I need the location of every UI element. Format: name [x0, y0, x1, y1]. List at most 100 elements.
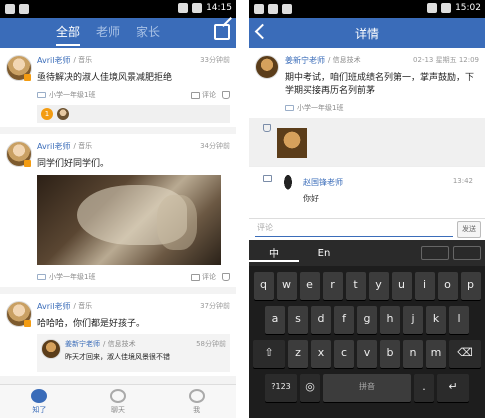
- bottom-nav: 知了 聊天 我: [0, 384, 236, 418]
- avatar[interactable]: [255, 55, 279, 79]
- keyboard-icon[interactable]: [453, 246, 481, 260]
- nav-zhiliao[interactable]: 知了: [0, 385, 79, 418]
- wifi-icon: [427, 3, 438, 13]
- tab-all[interactable]: 全部: [56, 23, 81, 46]
- period-key[interactable]: .: [414, 374, 434, 402]
- tab-parents[interactable]: 家长: [136, 23, 160, 46]
- key-e[interactable]: e: [299, 272, 320, 300]
- avatar[interactable]: [279, 175, 297, 199]
- post-subject: / 音乐: [73, 302, 93, 310]
- notification-icon: [254, 4, 264, 14]
- nav-me[interactable]: 我: [157, 385, 236, 418]
- space-key[interactable]: 拼音: [323, 374, 411, 402]
- key-o[interactable]: o: [437, 272, 458, 300]
- enter-key[interactable]: ↵: [437, 374, 469, 402]
- notification-icon: [282, 4, 292, 14]
- post-time: 02-13 星期五 12:09: [413, 56, 479, 64]
- person-icon: [188, 388, 205, 403]
- post-author[interactable]: Avril老师: [37, 301, 70, 312]
- key-j[interactable]: j: [403, 306, 423, 334]
- tab-teachers[interactable]: 老师: [96, 23, 120, 46]
- key-a[interactable]: a: [265, 306, 285, 334]
- comment-input[interactable]: 评论: [255, 222, 453, 237]
- post-author[interactable]: Avril老师: [37, 141, 70, 152]
- post-card[interactable]: Avril老师 / 音乐 34分钟前 同学们好同学们。 小学一年级1班 评论: [0, 134, 236, 287]
- key-g[interactable]: g: [357, 306, 377, 334]
- quote-author: 姜新宁老师: [65, 340, 100, 348]
- comment-label: 评论: [202, 91, 216, 99]
- post-author[interactable]: 姜新宁老师: [285, 55, 325, 66]
- thumbs-up-icon: [222, 273, 230, 281]
- badge-icon: [24, 320, 31, 327]
- key-x[interactable]: x: [311, 340, 331, 368]
- send-button[interactable]: 发送: [457, 221, 481, 238]
- key-r[interactable]: r: [322, 272, 343, 300]
- like-button[interactable]: [222, 273, 230, 281]
- feed-screen: 14:15 全部 老师 家长 Avril老师 / 音乐 33分钟前 亟待解决的淑…: [0, 0, 236, 418]
- post-subject: / 音乐: [73, 56, 93, 64]
- globe-key[interactable]: ◎: [300, 374, 320, 402]
- liker-avatar[interactable]: [277, 128, 307, 158]
- post-card[interactable]: Avril老师 / 音乐 33分钟前 亟待解决的淑人佳境风景减肥拒绝 小学一年级…: [0, 48, 236, 127]
- comment-time: 13:42: [452, 177, 473, 185]
- post-text: 同学们好同学们。: [37, 159, 110, 169]
- backspace-key[interactable]: ⌫: [449, 340, 481, 368]
- badge-icon: [24, 74, 31, 81]
- key-l[interactable]: l: [449, 306, 469, 334]
- key-q[interactable]: q: [253, 272, 274, 300]
- key-u[interactable]: u: [391, 272, 412, 300]
- notification-icon: [268, 4, 278, 14]
- key-t[interactable]: t: [345, 272, 366, 300]
- key-p[interactable]: p: [460, 272, 481, 300]
- comment-author[interactable]: 赵国锋老师: [303, 177, 343, 188]
- soft-keyboard: 中 En qwertyuiop asdfghjkl ⇧ zxcvbnm ⌫ ?1…: [249, 240, 485, 418]
- key-k[interactable]: k: [426, 306, 446, 334]
- settings-icon[interactable]: [421, 246, 449, 260]
- key-i[interactable]: i: [414, 272, 435, 300]
- comment-icon: [263, 175, 272, 182]
- like-button[interactable]: [222, 91, 230, 99]
- key-h[interactable]: h: [380, 306, 400, 334]
- post-text: 哈哈哈，你们都是好孩子。: [37, 319, 146, 329]
- app-bar: 全部 老师 家长: [0, 18, 236, 48]
- post-photo[interactable]: [37, 175, 221, 265]
- lang-english[interactable]: En: [299, 248, 349, 259]
- app-bar: 详情: [249, 18, 485, 48]
- key-n[interactable]: n: [403, 340, 423, 368]
- comment-icon: [191, 91, 200, 99]
- key-d[interactable]: d: [311, 306, 331, 334]
- avatar: [41, 339, 61, 359]
- key-w[interactable]: w: [276, 272, 297, 300]
- page-title: 详情: [354, 27, 379, 41]
- zhiliao-icon: [31, 388, 48, 403]
- symbols-key[interactable]: ?123: [265, 374, 297, 402]
- post-class: 小学一年级1班: [297, 104, 344, 112]
- notification-icon: [5, 4, 15, 14]
- quoted-post[interactable]: 姜新宁老师 / 信息技术 58分钟前 昨天才回来，淑人佳境风景很不错: [37, 334, 230, 372]
- post-card[interactable]: Avril老师 / 音乐 37分钟前 哈哈哈，你们都是好孩子。 姜新宁老师 / …: [0, 294, 236, 376]
- status-time: 14:15: [206, 3, 232, 13]
- key-m[interactable]: m: [426, 340, 446, 368]
- battery-icon: [192, 3, 203, 13]
- key-s[interactable]: s: [288, 306, 308, 334]
- shift-key[interactable]: ⇧: [253, 340, 285, 368]
- lang-chinese[interactable]: 中: [249, 245, 299, 262]
- class-icon: [37, 274, 46, 280]
- comment-button[interactable]: 评论: [191, 90, 216, 100]
- post-author[interactable]: Avril老师: [37, 55, 70, 66]
- liker-avatar[interactable]: [57, 108, 69, 120]
- key-y[interactable]: y: [368, 272, 389, 300]
- key-f[interactable]: f: [334, 306, 354, 334]
- nav-label: 我: [193, 405, 201, 414]
- battery-icon: [441, 3, 452, 13]
- compose-icon[interactable]: [214, 24, 230, 40]
- key-c[interactable]: c: [334, 340, 354, 368]
- nav-chat[interactable]: 聊天: [79, 385, 158, 418]
- post-subject: / 信息技术: [328, 56, 361, 64]
- badge-icon: [24, 160, 31, 167]
- comment-button[interactable]: 评论: [191, 272, 216, 282]
- key-v[interactable]: v: [357, 340, 377, 368]
- notification-icon: [19, 4, 29, 14]
- key-z[interactable]: z: [288, 340, 308, 368]
- key-b[interactable]: b: [380, 340, 400, 368]
